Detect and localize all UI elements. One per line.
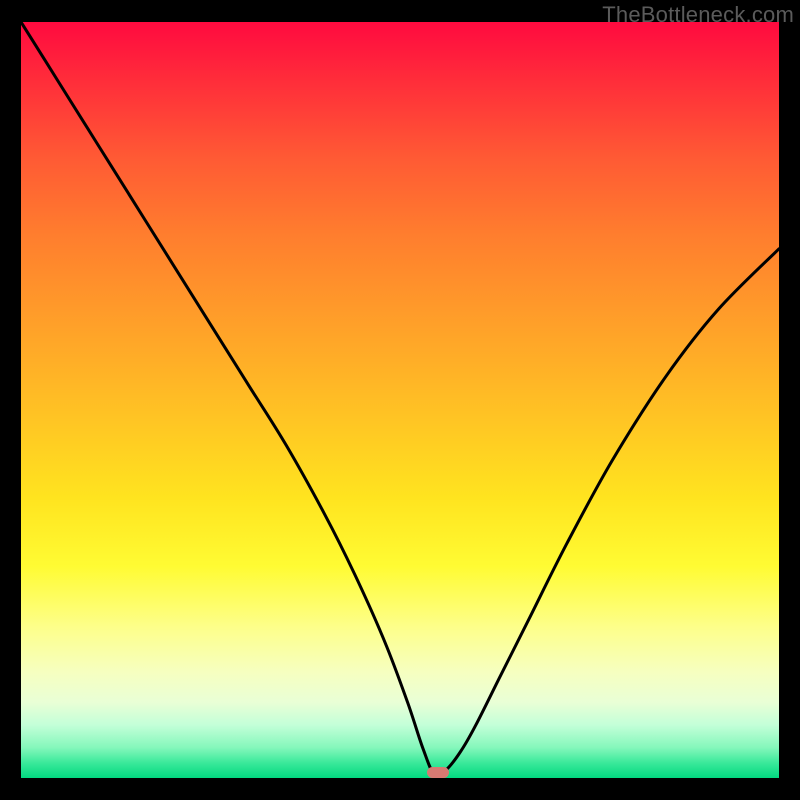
plot-wrap — [21, 22, 779, 778]
bottleneck-curve — [21, 22, 779, 778]
optimum-marker — [427, 767, 450, 778]
watermark-text: TheBottleneck.com — [602, 2, 794, 28]
chart-frame: TheBottleneck.com — [0, 0, 800, 800]
